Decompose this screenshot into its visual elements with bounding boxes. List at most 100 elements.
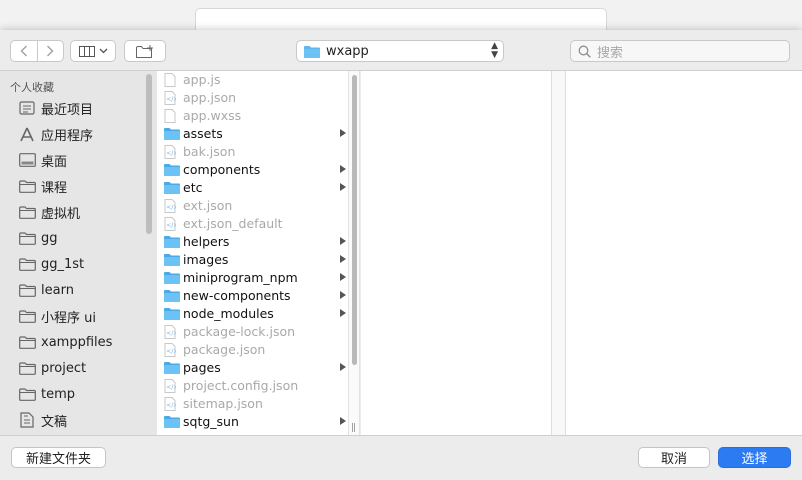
sidebar-item[interactable]: 小程序 ui <box>18 305 96 327</box>
svg-text:</>: </> <box>166 348 176 355</box>
sidebar-item[interactable]: learn <box>18 279 74 301</box>
sidebar-item[interactable]: 最近项目 <box>18 97 93 119</box>
documents-icon <box>18 412 36 428</box>
bottom-bar: 新建文件夹 取消 选择 <box>0 435 802 480</box>
search-field[interactable]: 搜索 <box>570 40 790 62</box>
search-icon <box>578 45 591 58</box>
sidebar-item[interactable]: gg_1st <box>18 253 84 275</box>
file-icon <box>164 109 178 123</box>
file-column-scrollbar[interactable]: || <box>348 71 360 435</box>
column-divider <box>552 71 566 435</box>
folder-icon <box>18 386 36 402</box>
file-column: app.js </> app.json app.wxss assets </> bak.js… <box>157 71 348 435</box>
cancel-button[interactable]: 取消 <box>638 447 710 468</box>
folder-row[interactable]: images <box>157 251 348 269</box>
folder-row[interactable]: miniprogram_npm <box>157 269 348 287</box>
json-file-icon: </> <box>164 343 178 357</box>
folder-row[interactable]: pages <box>157 359 348 377</box>
new-folder-button[interactable]: 新建文件夹 <box>11 447 106 468</box>
json-file-icon: </> <box>164 199 178 213</box>
folder-row[interactable]: etc <box>157 179 348 197</box>
file-row: </> ext.json <box>157 197 348 215</box>
sidebar-item[interactable]: 应用程序 <box>18 123 93 145</box>
sidebar-item[interactable]: 课程 <box>18 175 67 197</box>
new-folder-toolbar-button[interactable] <box>124 40 166 62</box>
folder-icon <box>164 289 180 302</box>
sidebar-item-label: 最近项目 <box>41 102 94 118</box>
disclosure-arrow-icon <box>340 183 346 191</box>
file-row: </> bak.json <box>157 143 348 161</box>
sidebar-item-label: 应用程序 <box>41 128 94 144</box>
sidebar-item-label: gg <box>41 230 58 246</box>
sidebar-scrollbar[interactable] <box>146 74 152 234</box>
sidebar-item[interactable]: 桌面 <box>18 149 67 171</box>
chevron-right-icon <box>47 45 54 57</box>
folder-row[interactable]: helpers <box>157 233 348 251</box>
file-name: pages <box>183 360 221 375</box>
disclosure-arrow-icon <box>340 417 346 425</box>
sidebar-item-label: 课程 <box>41 180 68 196</box>
file-name: helpers <box>183 234 230 249</box>
folder-icon <box>304 45 320 58</box>
folder-icon <box>164 163 180 176</box>
file-name: sqtg_sun <box>183 414 239 429</box>
chevron-left-icon <box>20 45 27 57</box>
sidebar-item-label: project <box>41 360 87 376</box>
disclosure-arrow-icon <box>340 237 346 245</box>
new-folder-icon <box>136 44 153 58</box>
json-file-icon: </> <box>164 217 178 231</box>
folder-row[interactable]: assets <box>157 125 348 143</box>
file-row: </> project.config.json <box>157 377 348 395</box>
file-name: package-lock.json <box>183 324 296 339</box>
folder-icon <box>164 127 180 140</box>
folder-icon <box>164 271 180 284</box>
choose-button[interactable]: 选择 <box>718 447 791 468</box>
folder-icon <box>18 230 36 246</box>
scroll-thumb[interactable] <box>352 75 357 365</box>
back-button[interactable] <box>11 41 37 61</box>
sidebar-item[interactable]: project <box>18 357 86 379</box>
folder-icon <box>164 253 180 266</box>
applications-icon <box>18 126 36 142</box>
sidebar-item[interactable]: gg <box>18 227 58 249</box>
folder-icon <box>164 181 180 194</box>
view-mode-button[interactable] <box>70 40 116 62</box>
file-name: ext.json_default <box>183 216 283 231</box>
file-row: </> sitemap.json <box>157 395 348 413</box>
sidebar-item-label: 虚拟机 <box>41 206 81 222</box>
sidebar-item[interactable]: xamppfiles <box>18 331 112 353</box>
sidebar-item[interactable]: 文稿 <box>18 409 67 431</box>
disclosure-arrow-icon <box>340 273 346 281</box>
column-resize-handle[interactable]: || <box>351 423 356 433</box>
desktop-icon <box>18 152 36 168</box>
columns-view-icon <box>78 45 95 57</box>
json-file-icon: </> <box>164 91 178 105</box>
sidebar-item[interactable]: temp <box>18 383 75 405</box>
folder-row[interactable]: node_modules <box>157 305 348 323</box>
sidebar-item[interactable]: 虚拟机 <box>18 201 80 223</box>
file-name: app.js <box>183 72 221 87</box>
favorites-header: 个人收藏 <box>10 81 54 94</box>
file-row: </> app.json <box>157 89 348 107</box>
svg-text:</>: </> <box>166 204 176 211</box>
sidebar-item-label: learn <box>41 282 74 298</box>
forward-button[interactable] <box>36 41 64 61</box>
json-file-icon: </> <box>164 397 178 411</box>
sidebar-item-label: xamppfiles <box>41 334 113 350</box>
svg-text:</>: </> <box>166 330 176 337</box>
json-file-icon: </> <box>164 325 178 339</box>
folder-row[interactable]: components <box>157 161 348 179</box>
folder-row[interactable]: new-components <box>157 287 348 305</box>
location-popup[interactable]: wxapp ▲ ▼ <box>296 40 504 62</box>
svg-text:</>: </> <box>166 150 176 157</box>
folder-row[interactable]: sqtg_sun <box>157 413 348 431</box>
folder-icon <box>18 282 36 298</box>
svg-text:</>: </> <box>166 402 176 409</box>
file-name: images <box>183 252 229 267</box>
file-name: app.wxss <box>183 108 242 123</box>
file-name: assets <box>183 126 223 141</box>
svg-text:</>: </> <box>166 384 176 391</box>
sidebar-item-label: 桌面 <box>41 154 68 170</box>
folder-icon <box>18 334 36 350</box>
file-icon <box>164 73 178 87</box>
